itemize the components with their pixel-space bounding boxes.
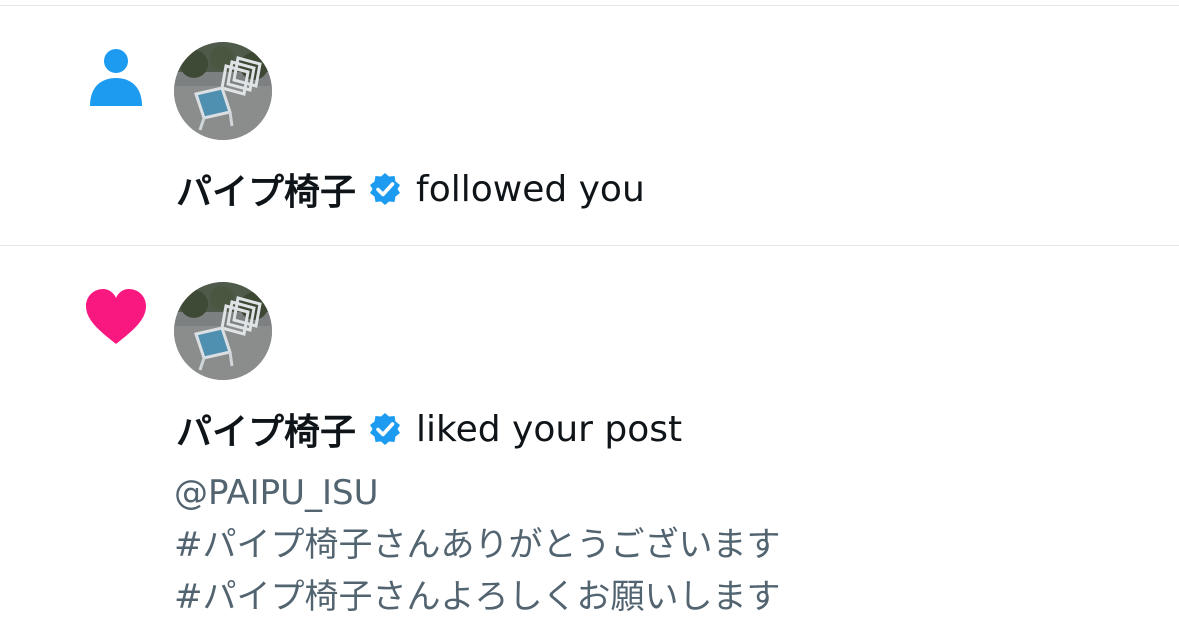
notification-headline: パイプ椅子 liked your post — [176, 404, 682, 454]
action-text: followed you — [416, 168, 645, 210]
action-text: liked your post — [416, 408, 683, 450]
avatar[interactable] — [174, 282, 272, 380]
person-icon — [84, 46, 148, 110]
heart-icon — [84, 286, 148, 350]
verified-badge-icon — [368, 412, 402, 446]
user-name[interactable]: パイプ椅子 — [176, 403, 356, 455]
follow-notification[interactable]: パイプ椅子 followed you — [0, 6, 1179, 245]
post-preview[interactable]: @PAIPU_ISU #パイプ椅子さんありがとうございます #パイプ椅子さんよろ… — [174, 468, 781, 624]
notification-headline: パイプ椅子 followed you — [176, 164, 645, 214]
post-text-line: #パイプ椅子さんよろしくお願いします — [174, 577, 781, 617]
user-name[interactable]: パイプ椅子 — [176, 163, 356, 215]
verified-badge-icon — [368, 172, 402, 206]
post-text-line: #パイプ椅子さんありがとうございます — [174, 525, 781, 565]
avatar[interactable] — [174, 42, 272, 140]
post-text-line: @PAIPU_ISU — [174, 473, 379, 513]
